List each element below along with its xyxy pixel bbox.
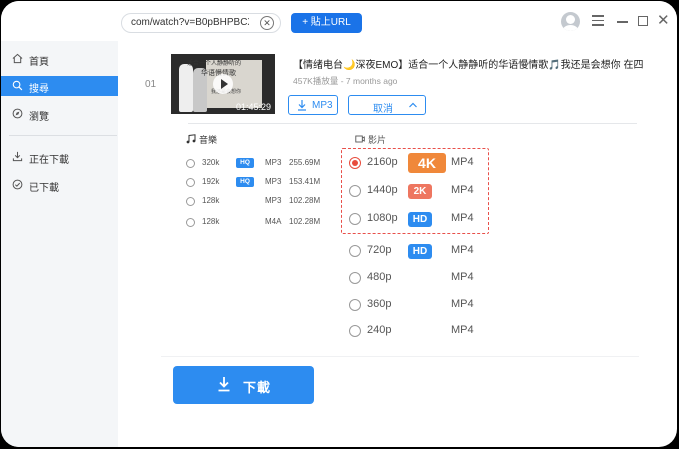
close-icon[interactable]: ✕ [657, 12, 670, 32]
audio-option-radio[interactable] [186, 197, 195, 206]
video-option-radio[interactable] [349, 299, 361, 311]
audio-size: 153.41M [289, 177, 321, 186]
sidebar-item-home[interactable]: 首頁 [1, 49, 118, 69]
video-meta: 457K播放量 - 7 months ago [293, 76, 398, 86]
audio-format: MP3 [265, 158, 282, 167]
video-heading-label: 影片 [368, 135, 387, 145]
download-button[interactable]: 下載 [173, 366, 314, 404]
play-icon[interactable] [213, 74, 233, 94]
paste-url-button[interactable]: + 貼上URL [291, 13, 362, 33]
audio-size: 102.28M [289, 217, 321, 226]
home-icon [12, 53, 23, 64]
video-resolution: 1440p [367, 184, 398, 196]
app-window: com/watch?v=B0pBHPBCX0k ✕ + 貼上URL ✕ 首頁 搜… [1, 1, 677, 447]
sidebar: 首頁 搜尋 瀏覽 正在下載 已下載 [1, 41, 118, 447]
clear-icon[interactable]: ✕ [260, 16, 274, 30]
video-option-radio[interactable] [349, 245, 361, 257]
video-resolution: 360p [367, 298, 392, 310]
video-resolution: 1080p [367, 212, 398, 224]
audio-option-radio[interactable] [186, 178, 195, 187]
url-value: com/watch?v=B0pBHPBCX0k [131, 17, 249, 28]
thumbnail-figure [179, 64, 193, 112]
audio-option-radio[interactable] [186, 159, 195, 168]
audio-option-radio[interactable] [186, 218, 195, 227]
cancel-button-label: 取消 [373, 104, 393, 115]
sidebar-item-downloaded[interactable]: 已下載 [1, 175, 118, 195]
video-format: MP4 [451, 244, 474, 256]
chevron-up-icon [409, 102, 417, 108]
video-resolution: 2160p [367, 156, 398, 168]
video-option-radio[interactable] [349, 157, 361, 169]
check-circle-icon [12, 179, 23, 190]
thumbnail-text: 华语慢情歌 [201, 70, 236, 77]
title-bar: com/watch?v=B0pBHPBCX0k ✕ + 貼上URL ✕ [1, 1, 677, 41]
download-icon [12, 151, 23, 162]
compass-icon [12, 108, 23, 119]
video-duration: 01:45:29 [235, 102, 271, 112]
maximize-icon[interactable] [638, 16, 648, 26]
video-heading: 影片 [355, 133, 386, 146]
resolution-badge: 2K [408, 184, 432, 199]
download-icon [218, 377, 230, 392]
audio-heading: 音樂 [186, 133, 217, 146]
audio-format: MP3 [265, 177, 282, 186]
video-resolution: 480p [367, 271, 392, 283]
download-icon [298, 100, 306, 111]
video-format: MP4 [451, 184, 474, 196]
url-input[interactable]: com/watch?v=B0pBHPBCX0k ✕ [121, 13, 281, 33]
audio-format: MP3 [265, 196, 282, 205]
download-button-label: 下載 [243, 380, 272, 395]
video-option-radio[interactable] [349, 185, 361, 197]
video-option-radio[interactable] [349, 213, 361, 225]
film-icon [355, 135, 365, 143]
video-resolution: 720p [367, 244, 392, 256]
audio-size: 255.69M [289, 158, 321, 167]
audio-bitrate: 320k [202, 158, 220, 167]
video-format: MP4 [451, 212, 474, 224]
music-icon [186, 134, 196, 144]
sidebar-item-label: 已下載 [29, 183, 59, 194]
thumbnail-text: 适合一个人静静听的 [187, 61, 242, 67]
result-index: 01 [145, 79, 157, 90]
resolution-badge: 4K [408, 153, 446, 173]
video-thumbnail[interactable]: 适合一个人静静听的 华语慢情歌 我还是会想你 01:45:29 [171, 54, 275, 114]
video-resolution: 240p [367, 324, 392, 336]
content-divider [161, 356, 639, 357]
sidebar-item-label: 搜尋 [29, 84, 49, 95]
audio-bitrate: 128k [202, 196, 220, 205]
main-content: 01 适合一个人静静听的 华语慢情歌 我还是会想你 01:45:29 【情绪电台… [118, 41, 677, 447]
audio-bitrate: 128k [202, 217, 220, 226]
sidebar-item-label: 首頁 [29, 57, 49, 68]
sidebar-item-browse[interactable]: 瀏覽 [1, 104, 118, 124]
resolution-badge: HD [408, 212, 432, 227]
audio-format: M4A [265, 217, 282, 226]
video-format: MP4 [451, 324, 474, 336]
section-divider [188, 123, 637, 124]
avatar-icon[interactable] [561, 12, 580, 31]
sidebar-item-downloading[interactable]: 正在下載 [1, 147, 118, 167]
sidebar-item-label: 正在下載 [29, 155, 69, 166]
search-icon [12, 80, 23, 91]
audio-heading-label: 音樂 [199, 135, 218, 145]
menu-icon[interactable] [592, 12, 604, 32]
resolution-badge: HD [408, 244, 432, 259]
video-format: MP4 [451, 271, 474, 283]
sidebar-divider [9, 135, 117, 136]
audio-bitrate: 192k [202, 177, 220, 186]
video-format: MP4 [451, 298, 474, 310]
mp3-button-label: MP3 [312, 100, 333, 111]
mp3-button[interactable]: MP3 [288, 95, 338, 115]
minimize-icon[interactable] [617, 12, 628, 32]
cancel-button[interactable]: 取消 [348, 95, 426, 115]
audio-size: 102.28M [289, 196, 321, 205]
sidebar-item-search[interactable]: 搜尋 [1, 76, 118, 96]
sidebar-item-label: 瀏覽 [29, 112, 49, 123]
hq-badge: HQ [236, 177, 254, 187]
hq-badge: HQ [236, 158, 254, 168]
video-option-radio[interactable] [349, 325, 361, 337]
video-format: MP4 [451, 156, 474, 168]
video-option-radio[interactable] [349, 272, 361, 284]
video-title: 【情绪电台🌙深夜EMO】适合一个人静静听的华语慢情歌🎵我还是会想你 在四下... [293, 60, 643, 71]
